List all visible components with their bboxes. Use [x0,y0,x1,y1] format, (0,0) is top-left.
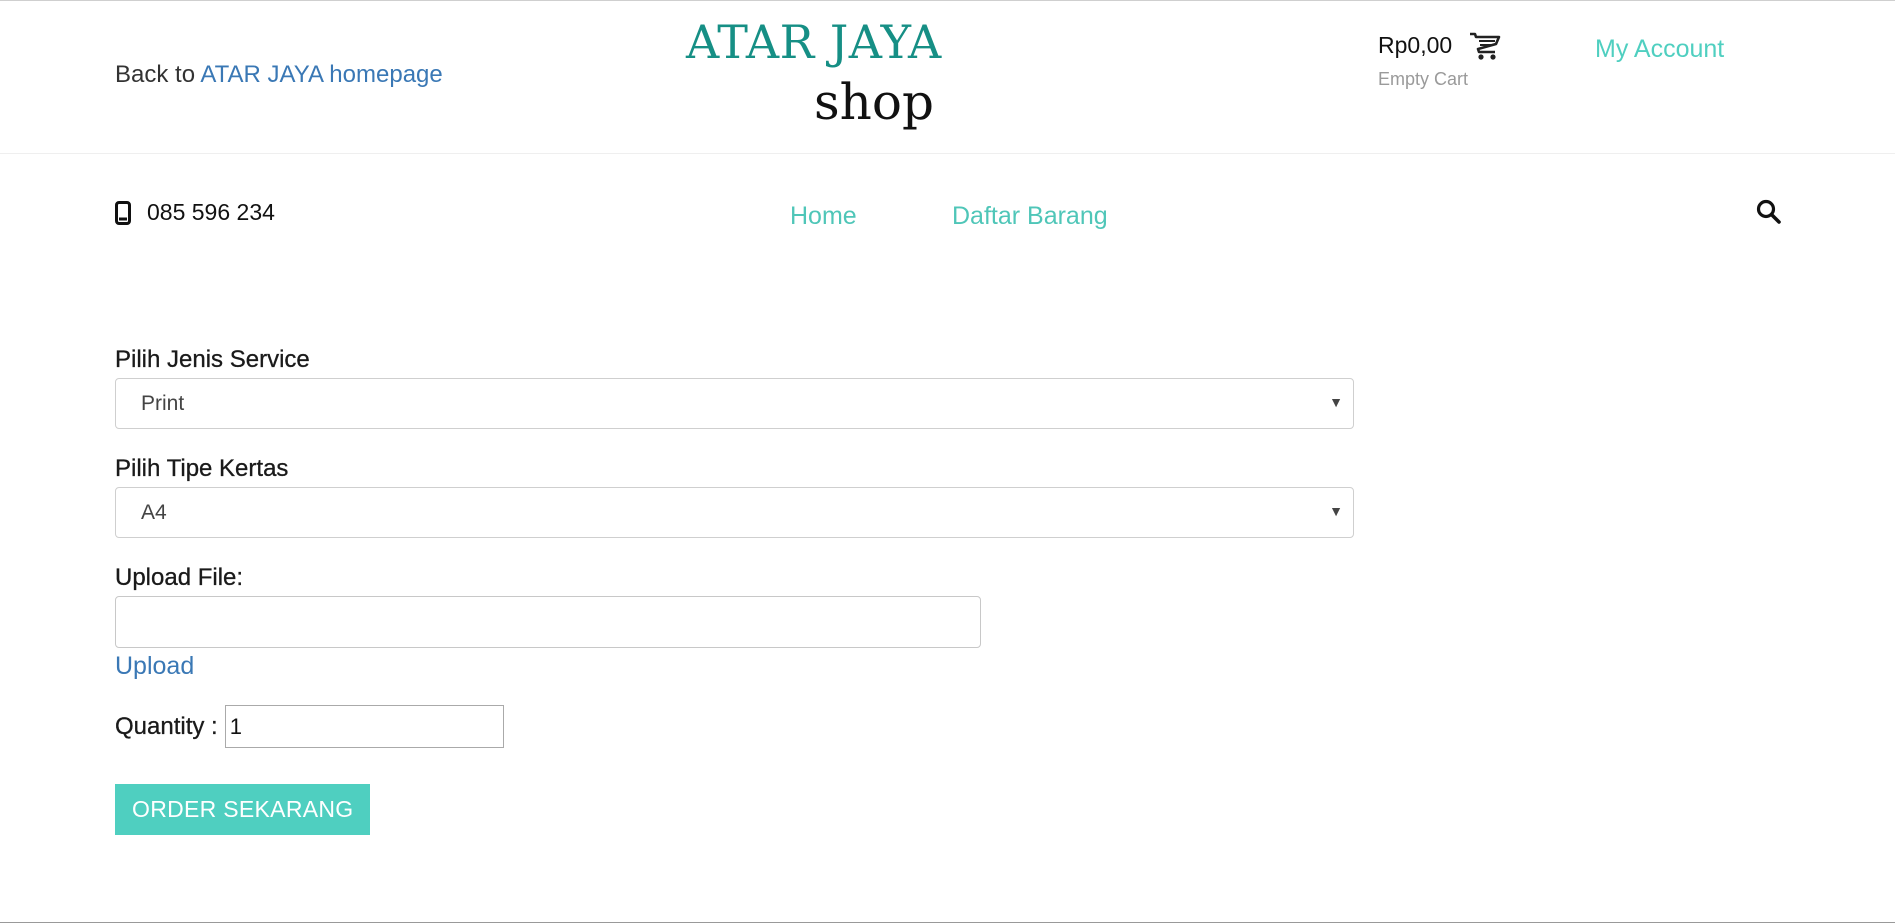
homepage-link[interactable]: ATAR JAYA homepage [200,61,442,88]
paper-type-selected-value: A4 [141,501,167,524]
service-label: Pilih Jenis Service [115,346,310,373]
cart-icon[interactable] [1469,31,1501,61]
logo-brand: ATAR JAYA [686,15,942,69]
order-form: Pilih Jenis Service Print ▼ Pilih Tipe K… [115,346,1355,835]
upload-file-field[interactable] [115,596,981,648]
back-prefix: Back to [115,61,196,88]
phone-number: 085 596 234 [147,199,275,225]
phone-contact: 085 596 234 [115,199,275,226]
paper-type-select[interactable]: A4 ▼ [115,487,1354,538]
quantity-label: Quantity : [115,712,218,740]
search-icon[interactable] [1755,198,1783,226]
cart-total: Rp0,00 [1378,32,1453,58]
upload-file-label: Upload File: [115,564,244,591]
back-to-homepage: Back to ATAR JAYA homepage [115,61,443,89]
chevron-down-icon: ▼ [1329,394,1343,410]
site-header: Back to ATAR JAYA homepage ATAR JAYA sho… [0,1,1895,154]
logo-shop: shop [814,73,934,131]
mini-cart[interactable]: Rp0,00 Empty Cart [1378,31,1501,90]
my-account-link[interactable]: My Account [1595,35,1724,64]
upload-link[interactable]: Upload [115,652,194,681]
paper-type-label: Pilih Tipe Kertas [115,455,289,482]
main-navigation: 085 596 234 Home Daftar Barang [0,155,1895,265]
nav-daftar-barang[interactable]: Daftar Barang [952,202,1108,231]
site-logo[interactable]: ATAR JAYA shop [686,15,941,135]
service-selected-value: Print [141,392,185,415]
mobile-phone-icon [115,200,131,225]
chevron-down-icon: ▼ [1329,503,1343,519]
cart-status: Empty Cart [1378,69,1469,89]
quantity-row: Quantity : [115,705,1355,748]
order-now-button[interactable]: ORDER SEKARANG [115,784,371,835]
nav-home[interactable]: Home [790,202,857,231]
service-select[interactable]: Print ▼ [115,378,1354,429]
quantity-input[interactable] [224,705,504,748]
